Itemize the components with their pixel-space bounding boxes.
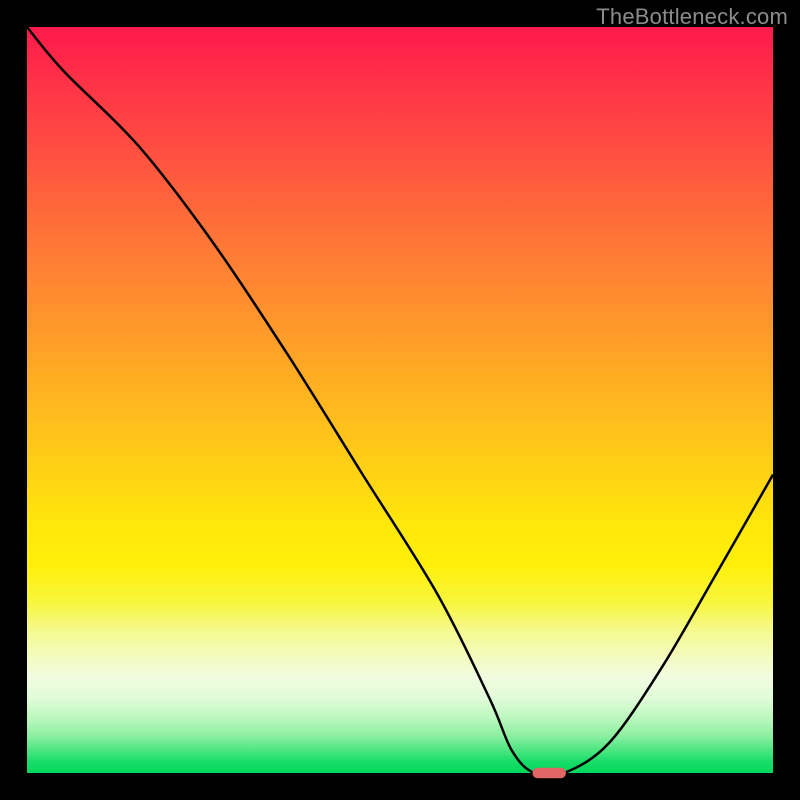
min-marker xyxy=(532,768,566,778)
plot-area xyxy=(27,27,773,773)
chart-svg xyxy=(27,27,773,773)
bottleneck-curve xyxy=(27,27,773,776)
chart-frame: TheBottleneck.com xyxy=(0,0,800,800)
